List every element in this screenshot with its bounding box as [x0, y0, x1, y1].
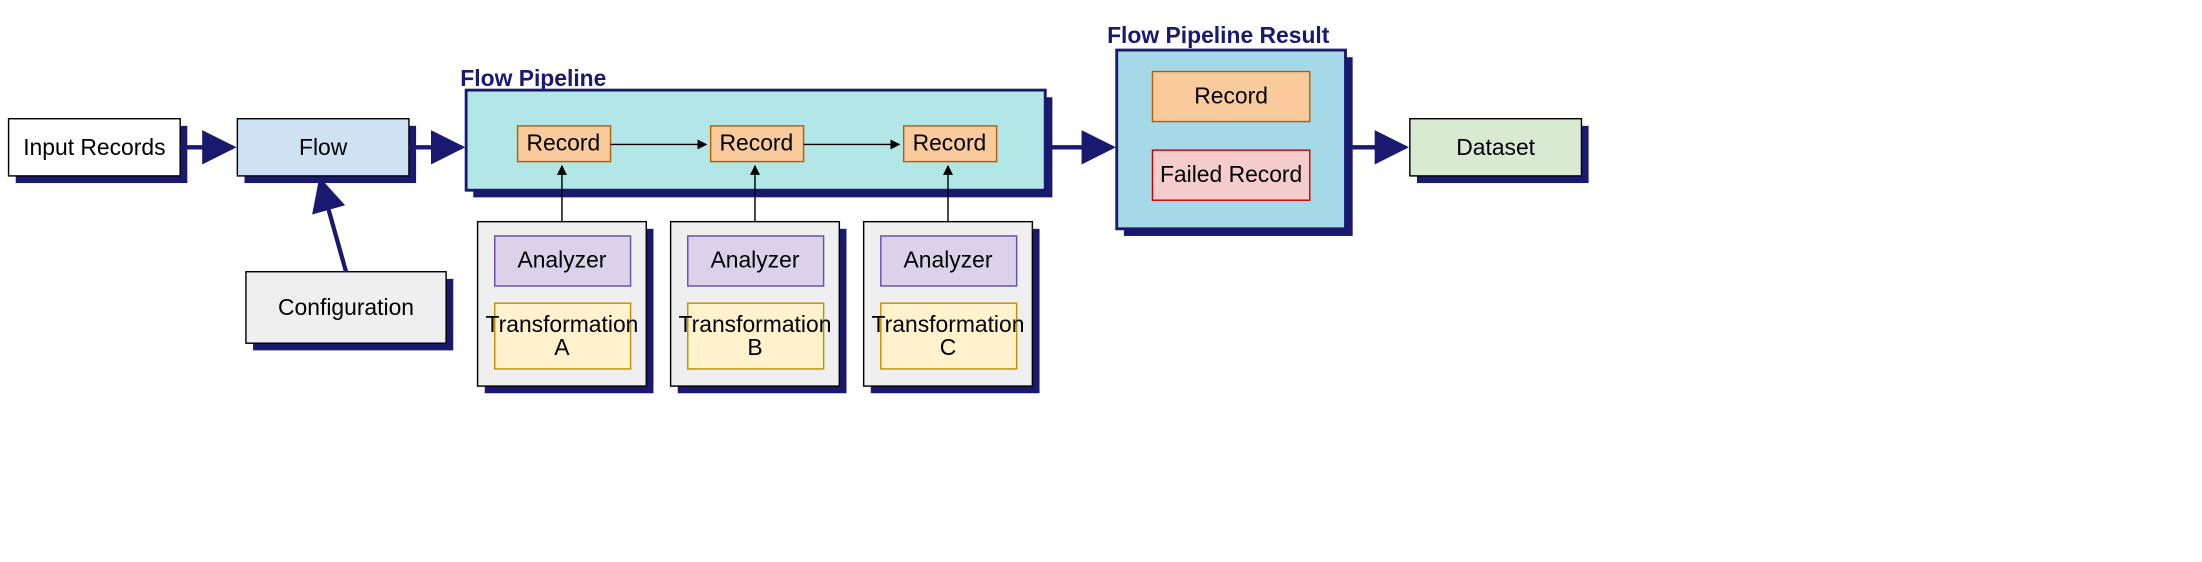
configuration-box: Configuration — [246, 272, 453, 351]
input-records-label: Input Records — [23, 134, 165, 160]
stage-box-0: Analyzer TransformationA — [478, 222, 654, 394]
analyzer-label-0: Analyzer — [517, 247, 606, 273]
arrow-config-to-flow — [320, 180, 346, 272]
record-box-1: Record — [711, 126, 804, 162]
analyzer-label-2: Analyzer — [904, 247, 993, 273]
failed-record-label: Failed Record — [1160, 161, 1302, 187]
configuration-label: Configuration — [278, 294, 414, 320]
record-label-1: Record — [720, 129, 794, 155]
result-record-label: Record — [1194, 82, 1268, 108]
flow-pipeline-result-title: Flow Pipeline Result — [1107, 22, 1330, 48]
dataset-label: Dataset — [1456, 134, 1535, 160]
stage-box-1: Analyzer TransformationB — [671, 222, 847, 394]
flow-pipeline-title: Flow Pipeline — [460, 65, 606, 91]
record-label-2: Record — [913, 129, 987, 155]
flow-label: Flow — [299, 134, 348, 160]
record-label-0: Record — [527, 129, 601, 155]
analyzer-label-1: Analyzer — [711, 247, 800, 273]
stage-box-2: Analyzer TransformationC — [864, 222, 1040, 394]
flow-pipeline-result-box: Flow Pipeline Result Record Failed Recor… — [1107, 22, 1353, 236]
record-box-0: Record — [518, 126, 611, 162]
input-records-box: Input Records — [9, 119, 188, 183]
dataset-box: Dataset — [1410, 119, 1589, 183]
flow-box: Flow — [237, 119, 416, 183]
record-box-2: Record — [904, 126, 997, 162]
